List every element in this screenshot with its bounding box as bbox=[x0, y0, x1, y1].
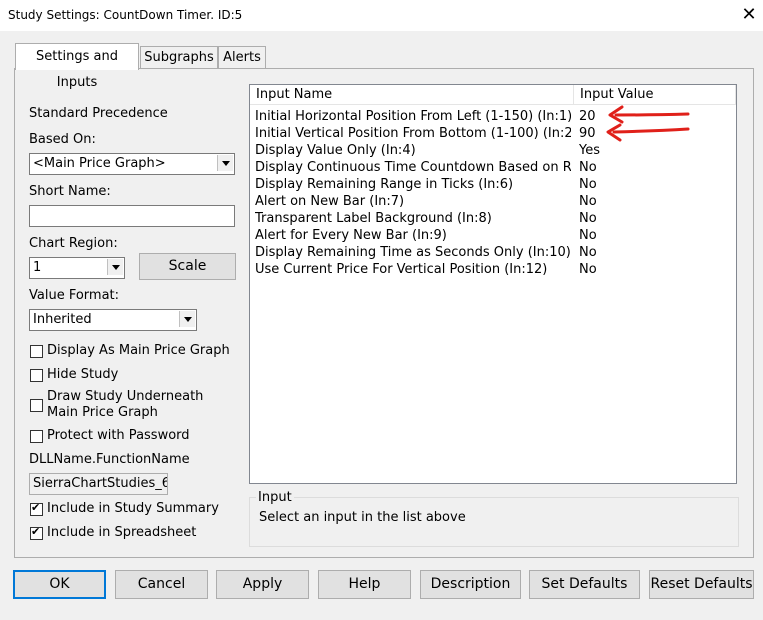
input-row-name[interactable]: Alert on New Bar (In:7) bbox=[255, 193, 571, 210]
display-as-main-checkbox[interactable] bbox=[30, 345, 43, 358]
input-row-value[interactable]: No bbox=[579, 210, 597, 227]
input-name-header[interactable]: Input Name bbox=[250, 85, 574, 105]
tab-settings-and-inputs[interactable]: Settings and Inputs bbox=[15, 43, 139, 90]
annotation-arrows bbox=[606, 105, 690, 142]
input-row-value[interactable]: No bbox=[579, 227, 597, 244]
input-row-name[interactable]: Initial Horizontal Position From Left (1… bbox=[255, 108, 571, 125]
input-row-name[interactable]: Display Remaining Range in Ticks (In:6) bbox=[255, 176, 571, 193]
draw-underneath-checkbox[interactable] bbox=[30, 399, 43, 412]
dll-name-field: SierraChartStudies_64 bbox=[29, 473, 168, 495]
chart-region-value: 1 bbox=[33, 260, 42, 275]
red-arrow-icon bbox=[614, 112, 690, 117]
based-on-value: <Main Price Graph> bbox=[33, 156, 166, 171]
based-on-select[interactable]: <Main Price Graph> bbox=[29, 153, 235, 175]
protect-password-label: Protect with Password bbox=[47, 428, 190, 443]
title-bar: Study Settings: CountDown Timer. ID:5 ✕ bbox=[0, 0, 763, 31]
value-format-select[interactable]: Inherited bbox=[29, 309, 197, 331]
input-row-value[interactable]: No bbox=[579, 244, 597, 261]
chart-region-label: Chart Region: bbox=[29, 236, 118, 251]
input-description-text: Select an input in the list above bbox=[259, 510, 466, 525]
description-button[interactable]: Description bbox=[420, 570, 521, 599]
value-format-value: Inherited bbox=[33, 312, 92, 327]
input-row-value[interactable]: No bbox=[579, 261, 597, 278]
draw-underneath-label-line2: Main Price Graph bbox=[47, 405, 158, 420]
hide-study-label: Hide Study bbox=[47, 367, 119, 382]
value-format-label: Value Format: bbox=[29, 288, 120, 303]
based-on-label: Based On: bbox=[29, 132, 96, 147]
draw-underneath-label-line1: Draw Study Underneath bbox=[47, 389, 204, 404]
input-row-value[interactable]: No bbox=[579, 176, 597, 193]
input-row-value[interactable]: 90 bbox=[579, 125, 596, 142]
input-row-name[interactable]: Transparent Label Background (In:8) bbox=[255, 210, 571, 227]
reset-defaults-button[interactable]: Reset Defaults bbox=[649, 570, 754, 599]
input-row-name[interactable]: Display Remaining Time as Seconds Only (… bbox=[255, 244, 571, 261]
protect-password-checkbox[interactable] bbox=[30, 430, 43, 443]
apply-button[interactable]: Apply bbox=[216, 570, 309, 599]
short-name-input[interactable] bbox=[29, 205, 235, 227]
chevron-down-icon[interactable] bbox=[179, 311, 195, 327]
close-icon[interactable]: ✕ bbox=[738, 4, 760, 26]
window-title: Study Settings: CountDown Timer. ID:5 bbox=[8, 8, 243, 22]
display-as-main-label: Display As Main Price Graph bbox=[47, 343, 230, 358]
short-name-label: Short Name: bbox=[29, 184, 111, 199]
cancel-button[interactable]: Cancel bbox=[115, 570, 208, 599]
input-row-name[interactable]: Use Current Price For Vertical Position … bbox=[255, 261, 571, 278]
chevron-down-icon[interactable] bbox=[107, 259, 123, 275]
input-row-value[interactable]: 20 bbox=[579, 108, 596, 125]
include-summary-checkbox[interactable] bbox=[30, 501, 43, 516]
input-row-value[interactable]: Yes bbox=[579, 142, 600, 159]
red-arrow-icon bbox=[612, 127, 690, 134]
input-row-value[interactable]: No bbox=[579, 193, 597, 210]
dll-name-label: DLLName.FunctionName bbox=[29, 452, 190, 467]
include-summary-label: Include in Study Summary bbox=[47, 501, 219, 516]
include-spreadsheet-checkbox[interactable] bbox=[30, 525, 43, 540]
input-row-name[interactable]: Display Value Only (In:4) bbox=[255, 142, 571, 159]
input-row-name[interactable]: Display Continuous Time Countdown Based … bbox=[255, 159, 571, 176]
input-row-value[interactable]: No bbox=[579, 159, 597, 176]
tab-subgraphs[interactable]: Subgraphs bbox=[140, 46, 218, 69]
input-row-name[interactable]: Initial Vertical Position From Bottom (1… bbox=[255, 125, 571, 142]
scale-button[interactable]: Scale bbox=[139, 253, 236, 280]
standard-precedence-label: Standard Precedence bbox=[29, 106, 168, 121]
tab-alerts[interactable]: Alerts bbox=[218, 46, 266, 69]
ok-button[interactable]: OK bbox=[13, 570, 106, 599]
chevron-down-icon[interactable] bbox=[217, 155, 233, 171]
set-defaults-button[interactable]: Set Defaults bbox=[529, 570, 640, 599]
input-group-title: Input bbox=[256, 490, 294, 505]
include-spreadsheet-label: Include in Spreadsheet bbox=[47, 525, 197, 540]
input-row-name[interactable]: Alert for Every New Bar (In:9) bbox=[255, 227, 571, 244]
chart-region-select[interactable]: 1 bbox=[29, 257, 125, 279]
help-button[interactable]: Help bbox=[318, 570, 411, 599]
hide-study-checkbox[interactable] bbox=[30, 369, 43, 382]
